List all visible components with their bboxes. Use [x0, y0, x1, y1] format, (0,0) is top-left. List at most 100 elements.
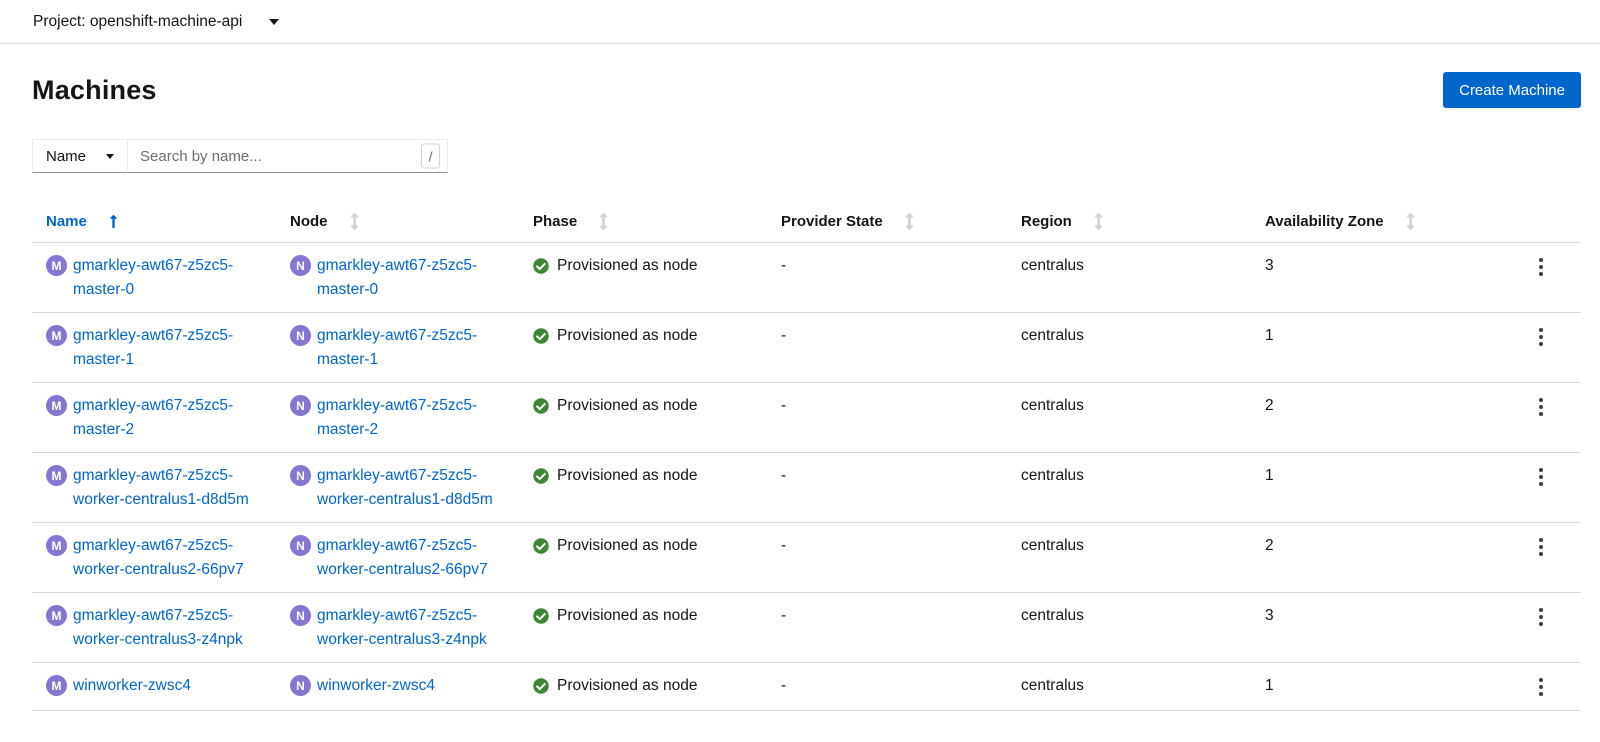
kebab-menu-icon[interactable]: [1533, 534, 1549, 560]
table-row: M gmarkley-awt67-z5zc5-master-2 N gmarkl…: [32, 383, 1581, 453]
machine-cell: M gmarkley-awt67-z5zc5-master-0: [32, 243, 276, 312]
node-cell: N gmarkley-awt67-z5zc5-master-2: [276, 383, 519, 452]
column-header-availability-zone[interactable]: Availability Zone: [1251, 200, 1496, 242]
sort-ascending-icon: [108, 214, 119, 229]
kebab-menu-icon[interactable]: [1533, 324, 1549, 350]
caret-down-icon: [106, 153, 115, 159]
machine-link[interactable]: gmarkley-awt67-z5zc5-worker-centralus1-d…: [73, 464, 253, 512]
check-circle-icon: [533, 538, 549, 554]
node-cell: N winworker-zwsc4: [276, 663, 519, 710]
machine-link[interactable]: winworker-zwsc4: [73, 674, 191, 698]
node-resource-icon: N: [290, 325, 311, 346]
node-link[interactable]: gmarkley-awt67-z5zc5-worker-centralus1-d…: [317, 464, 497, 512]
machine-resource-icon: M: [46, 675, 67, 696]
availability-zone-cell: 1: [1265, 677, 1274, 694]
sort-both-icon: [1093, 213, 1104, 230]
node-link[interactable]: gmarkley-awt67-z5zc5-master-0: [317, 254, 497, 302]
node-resource-icon: N: [290, 465, 311, 486]
provider-state-cell: -: [781, 537, 787, 554]
node-link[interactable]: gmarkley-awt67-z5zc5-worker-centralus3-z…: [317, 604, 497, 652]
machines-table: Name Node Phase Provider State Region Av…: [32, 200, 1581, 711]
region-cell: centralus: [1021, 327, 1084, 344]
table-row: M gmarkley-awt67-z5zc5-worker-centralus2…: [32, 523, 1581, 593]
phase-label: Provisioned as node: [557, 607, 698, 624]
keyboard-shortcut-badge: /: [421, 143, 441, 169]
check-circle-icon: [533, 608, 549, 624]
machine-cell: M winworker-zwsc4: [32, 663, 276, 710]
region-cell: centralus: [1021, 537, 1084, 554]
node-cell: N gmarkley-awt67-z5zc5-master-1: [276, 313, 519, 382]
provider-state-cell: -: [781, 397, 787, 414]
machine-link[interactable]: gmarkley-awt67-z5zc5-master-2: [73, 394, 253, 442]
row-actions-cell: [1496, 383, 1581, 452]
node-link[interactable]: winworker-zwsc4: [317, 674, 435, 698]
provider-state-cell: -: [781, 467, 787, 484]
create-machine-button[interactable]: Create Machine: [1443, 72, 1581, 108]
machine-resource-icon: M: [46, 395, 67, 416]
check-circle-icon: [533, 678, 549, 694]
machine-cell: M gmarkley-awt67-z5zc5-master-1: [32, 313, 276, 382]
availability-zone-cell: 1: [1265, 467, 1274, 484]
table-row: M gmarkley-awt67-z5zc5-master-0 N gmarkl…: [32, 243, 1581, 313]
node-link[interactable]: gmarkley-awt67-z5zc5-worker-centralus2-6…: [317, 534, 497, 582]
provider-state-cell: -: [781, 257, 787, 274]
phase-label: Provisioned as node: [557, 327, 698, 344]
column-header-phase[interactable]: Phase: [519, 200, 767, 242]
kebab-menu-icon[interactable]: [1533, 464, 1549, 490]
project-selector-dropdown[interactable]: Project: openshift-machine-api: [33, 13, 280, 31]
machine-link[interactable]: gmarkley-awt67-z5zc5-worker-centralus3-z…: [73, 604, 253, 652]
table-row: M gmarkley-awt67-z5zc5-worker-centralus3…: [32, 593, 1581, 663]
page-title: Machines: [32, 74, 157, 105]
machine-resource-icon: M: [46, 325, 67, 346]
table-body: M gmarkley-awt67-z5zc5-master-0 N gmarkl…: [32, 243, 1581, 711]
machine-cell: M gmarkley-awt67-z5zc5-worker-centralus3…: [32, 593, 276, 662]
node-cell: N gmarkley-awt67-z5zc5-worker-centralus2…: [276, 523, 519, 592]
region-cell: centralus: [1021, 677, 1084, 694]
column-header-name[interactable]: Name: [32, 200, 276, 242]
table-header-row: Name Node Phase Provider State Region Av…: [32, 200, 1581, 243]
node-link[interactable]: gmarkley-awt67-z5zc5-master-2: [317, 394, 497, 442]
page-header: Machines Create Machine: [32, 72, 1581, 108]
kebab-menu-icon[interactable]: [1533, 394, 1549, 420]
check-circle-icon: [533, 258, 549, 274]
column-header-provider-state[interactable]: Provider State: [767, 200, 1007, 242]
machine-resource-icon: M: [46, 605, 67, 626]
machine-cell: M gmarkley-awt67-z5zc5-worker-centralus2…: [32, 523, 276, 592]
node-link[interactable]: gmarkley-awt67-z5zc5-master-1: [317, 324, 497, 372]
provider-state-cell: -: [781, 607, 787, 624]
kebab-menu-icon[interactable]: [1533, 674, 1549, 700]
availability-zone-cell: 3: [1265, 607, 1274, 624]
check-circle-icon: [533, 328, 549, 344]
sort-both-icon: [349, 213, 360, 230]
availability-zone-cell: 2: [1265, 397, 1274, 414]
row-actions-cell: [1496, 453, 1581, 522]
check-circle-icon: [533, 468, 549, 484]
node-cell: N gmarkley-awt67-z5zc5-worker-centralus1…: [276, 453, 519, 522]
machine-link[interactable]: gmarkley-awt67-z5zc5-master-1: [73, 324, 253, 372]
filter-toolbar: Name /: [32, 139, 1581, 173]
phase-label: Provisioned as node: [557, 537, 698, 554]
project-bar: Project: openshift-machine-api: [0, 0, 1600, 44]
search-input[interactable]: [128, 139, 449, 173]
column-header-region[interactable]: Region: [1007, 200, 1251, 242]
caret-down-icon: [269, 18, 280, 25]
row-actions-cell: [1496, 523, 1581, 592]
kebab-menu-icon[interactable]: [1533, 604, 1549, 630]
machine-cell: M gmarkley-awt67-z5zc5-master-2: [32, 383, 276, 452]
availability-zone-cell: 3: [1265, 257, 1274, 274]
row-actions-cell: [1496, 593, 1581, 662]
region-cell: centralus: [1021, 467, 1084, 484]
phase-cell: Provisioned as node: [519, 593, 767, 662]
column-header-node[interactable]: Node: [276, 200, 519, 242]
row-actions-cell: [1496, 313, 1581, 382]
filter-type-dropdown[interactable]: Name: [32, 139, 129, 173]
provider-state-cell: -: [781, 677, 787, 694]
machine-link[interactable]: gmarkley-awt67-z5zc5-master-0: [73, 254, 253, 302]
filter-type-label: Name: [46, 147, 87, 165]
sort-both-icon: [1405, 213, 1416, 230]
kebab-menu-icon[interactable]: [1533, 254, 1549, 280]
machine-link[interactable]: gmarkley-awt67-z5zc5-worker-centralus2-6…: [73, 534, 253, 582]
phase-cell: Provisioned as node: [519, 383, 767, 452]
phase-cell: Provisioned as node: [519, 523, 767, 592]
phase-cell: Provisioned as node: [519, 453, 767, 522]
